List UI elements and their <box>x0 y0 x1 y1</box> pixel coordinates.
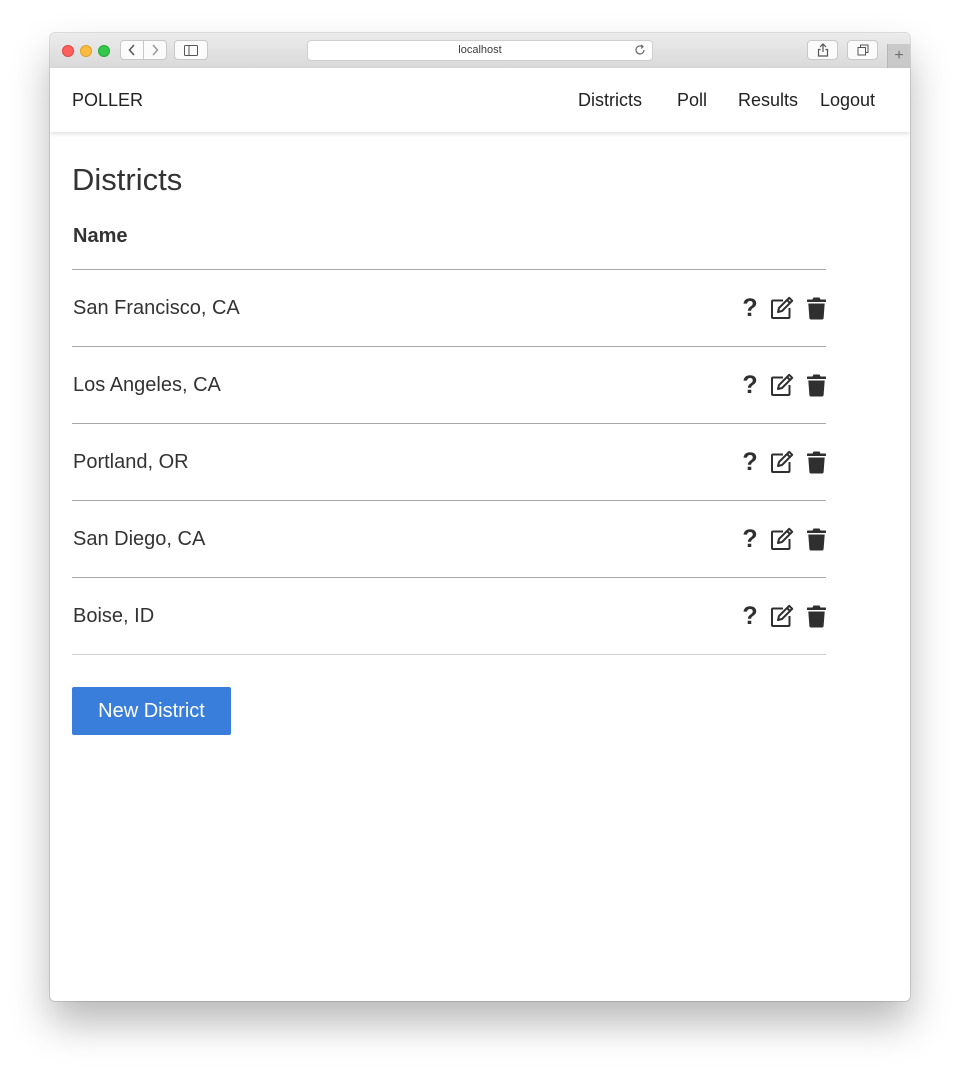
edit-icon <box>771 450 794 473</box>
district-name: San Francisco, CA <box>73 296 240 319</box>
trash-icon <box>806 605 826 627</box>
page-title: Districts <box>72 162 183 197</box>
row-actions: ? <box>738 295 826 321</box>
nav-link-poll[interactable]: Poll <box>677 90 707 111</box>
edit-icon <box>771 296 794 319</box>
share-icon <box>817 43 828 57</box>
sidebar-icon <box>184 44 198 56</box>
column-header-name: Name <box>72 221 826 270</box>
history-nav <box>120 40 167 60</box>
view-district-button[interactable]: ? <box>738 449 762 475</box>
delete-district-button[interactable] <box>806 295 826 321</box>
tabs-icon <box>857 44 868 56</box>
browser-window: localhost + POLLER Districts Poll Result… <box>50 33 910 1001</box>
zoom-window-button[interactable] <box>98 45 110 57</box>
view-district-button[interactable]: ? <box>738 372 762 398</box>
new-tab-button[interactable]: + <box>887 44 910 68</box>
forward-button[interactable] <box>144 41 166 59</box>
district-row: San Diego, CA ? <box>72 501 826 578</box>
close-window-button[interactable] <box>62 45 74 57</box>
edit-icon <box>771 373 794 396</box>
show-tabs-button[interactable] <box>847 40 878 60</box>
chevron-left-icon <box>128 44 135 56</box>
reload-button[interactable] <box>634 44 646 63</box>
brand-logo[interactable]: POLLER <box>72 90 143 111</box>
district-row: Boise, ID ? <box>72 578 826 655</box>
district-list: San Francisco, CA ? Los Angeles, CA ? Po… <box>72 270 826 655</box>
app-navbar: POLLER Districts Poll Results Logout <box>50 68 910 132</box>
browser-titlebar: localhost + <box>50 33 910 69</box>
trash-icon <box>806 451 826 473</box>
trash-icon <box>806 297 826 319</box>
main-content: Districts Name San Francisco, CA ? Los A… <box>72 161 826 735</box>
minimize-window-button[interactable] <box>80 45 92 57</box>
delete-district-button[interactable] <box>806 603 826 629</box>
address-text: localhost <box>458 44 502 56</box>
edit-icon <box>771 604 794 627</box>
row-actions: ? <box>738 603 826 629</box>
district-row: Portland, OR ? <box>72 424 826 501</box>
address-bar[interactable]: localhost <box>307 40 653 61</box>
trash-icon <box>806 528 826 550</box>
back-button[interactable] <box>121 41 143 59</box>
reload-icon <box>635 44 645 55</box>
nav-link-logout[interactable]: Logout <box>820 90 875 111</box>
row-actions: ? <box>738 526 826 552</box>
district-name: Boise, ID <box>73 604 155 627</box>
row-actions: ? <box>738 372 826 398</box>
edit-district-button[interactable] <box>769 449 795 475</box>
edit-district-button[interactable] <box>769 372 795 398</box>
district-name: San Diego, CA <box>73 527 206 550</box>
view-district-button[interactable]: ? <box>738 295 762 321</box>
chevron-right-icon <box>152 44 159 56</box>
trash-icon <box>806 374 826 396</box>
new-district-button[interactable]: New District <box>72 687 231 735</box>
district-name: Los Angeles, CA <box>73 373 221 396</box>
delete-district-button[interactable] <box>806 526 826 552</box>
sidebar-toggle-button[interactable] <box>174 40 208 60</box>
delete-district-button[interactable] <box>806 372 826 398</box>
edit-district-button[interactable] <box>769 603 795 629</box>
district-row: Los Angeles, CA ? <box>72 347 826 424</box>
nav-link-results[interactable]: Results <box>738 90 798 111</box>
district-name: Portland, OR <box>73 450 189 473</box>
row-actions: ? <box>738 449 826 475</box>
edit-district-button[interactable] <box>769 295 795 321</box>
edit-icon <box>771 527 794 550</box>
district-row: San Francisco, CA ? <box>72 270 826 347</box>
view-district-button[interactable]: ? <box>738 603 762 629</box>
edit-district-button[interactable] <box>769 526 795 552</box>
delete-district-button[interactable] <box>806 449 826 475</box>
view-district-button[interactable]: ? <box>738 526 762 552</box>
plus-icon: + <box>894 47 904 64</box>
nav-link-districts[interactable]: Districts <box>578 90 642 111</box>
share-button[interactable] <box>807 40 838 60</box>
